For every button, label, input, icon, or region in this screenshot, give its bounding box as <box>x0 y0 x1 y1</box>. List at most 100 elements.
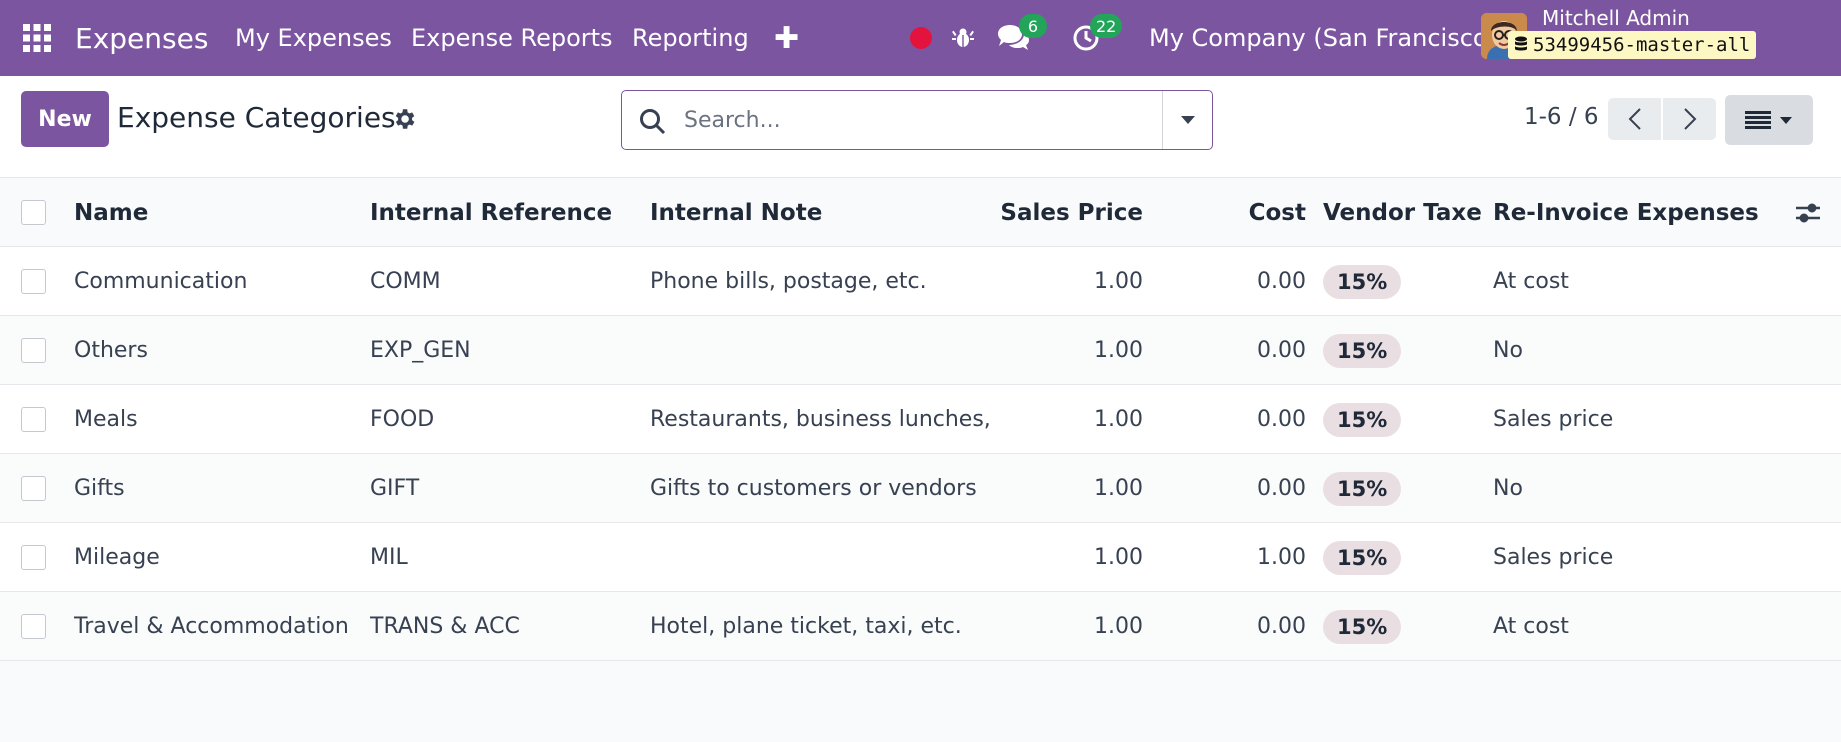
cell-sales-price: 1.00 <box>1094 545 1143 570</box>
page-title: Expense Categories <box>117 101 396 134</box>
table-row[interactable]: Travel & Accommodation TRANS & ACC Hotel… <box>0 592 1841 661</box>
cell-internal-note <box>650 316 990 385</box>
cell-sales-price: 1.00 <box>1094 407 1143 432</box>
cell-name: Meals <box>74 407 138 432</box>
database-icon <box>1515 36 1527 51</box>
cell-re-invoice-expenses: Sales price <box>1493 407 1614 432</box>
row-checkbox[interactable] <box>21 545 46 570</box>
cell-sales-price: 1.00 <box>1094 476 1143 501</box>
caret-down-icon <box>1180 116 1195 124</box>
vendor-tax-tag: 15% <box>1323 333 1402 368</box>
company-switcher[interactable]: My Company (San Francisco) <box>1149 0 1497 76</box>
row-checkbox[interactable] <box>21 338 46 363</box>
caret-down-icon <box>1780 116 1792 124</box>
search-icon <box>640 109 666 135</box>
cell-sales-price: 1.00 <box>1094 269 1143 294</box>
table-row[interactable]: Mileage MIL 1.00 1.00 15% Sales price <box>0 523 1841 592</box>
cell-cost: 0.00 <box>1257 338 1306 363</box>
user-name[interactable]: Mitchell Admin <box>1542 6 1690 30</box>
cell-sales-price: 1.00 <box>1094 614 1143 639</box>
cell-name: Communication <box>74 269 248 294</box>
vendor-tax-tag: 15% <box>1323 402 1402 437</box>
search-box <box>621 90 1213 150</box>
search-options-toggle[interactable] <box>1162 91 1212 149</box>
database-badge: 53499456-master-all <box>1508 31 1757 59</box>
vendor-tax-tag: 15% <box>1323 471 1402 506</box>
cell-internal-note: Phone bills, postage, etc. <box>650 269 927 294</box>
cell-sales-price: 1.00 <box>1094 338 1143 363</box>
row-checkbox[interactable] <box>21 476 46 501</box>
pager-next-button[interactable] <box>1663 98 1716 140</box>
chat-icon[interactable] <box>996 0 1030 76</box>
column-header-name[interactable]: Name <box>74 178 354 247</box>
row-checkbox[interactable] <box>21 269 46 294</box>
chevron-right-icon <box>1683 108 1696 130</box>
cell-internal-note: Restaurants, business lunches, <box>650 407 990 432</box>
column-header-vendor-taxes[interactable]: Vendor Taxes <box>1323 178 1483 247</box>
pager-value[interactable]: 1-6 / 6 <box>1524 104 1599 130</box>
cell-cost: 0.00 <box>1257 476 1306 501</box>
cell-internal-note <box>650 523 990 592</box>
chat-count-badge: 6 <box>1019 14 1047 38</box>
cell-re-invoice-expenses: No <box>1493 338 1523 363</box>
cell-re-invoice-expenses: Sales price <box>1493 545 1614 570</box>
cell-name: Gifts <box>74 476 125 501</box>
new-button[interactable]: New <box>21 91 109 147</box>
pager-previous-button[interactable] <box>1608 98 1661 140</box>
cell-name: Travel & Accommodation <box>74 614 349 639</box>
plus-icon[interactable]: ✚ <box>774 0 799 76</box>
cell-internal-reference: EXP_GEN <box>370 338 471 363</box>
cell-internal-reference: FOOD <box>370 407 435 432</box>
menu-expense-reports[interactable]: Expense Reports <box>411 0 613 76</box>
column-header-internal-note[interactable]: Internal Note <box>650 178 990 247</box>
cell-cost: 0.00 <box>1257 614 1306 639</box>
menu-reporting[interactable]: Reporting <box>632 0 749 76</box>
menu-my-expenses[interactable]: My Expenses <box>235 0 392 76</box>
database-name: 53499456-master-all <box>1533 34 1751 56</box>
table-row[interactable]: Others EXP_GEN 1.00 0.00 15% No <box>0 316 1841 385</box>
optional-columns-toggle[interactable] <box>1795 178 1825 247</box>
record-icon[interactable] <box>910 0 932 76</box>
vendor-tax-tag: 15% <box>1323 264 1402 299</box>
cell-re-invoice-expenses: At cost <box>1493 269 1569 294</box>
cell-cost: 0.00 <box>1257 407 1306 432</box>
row-checkbox[interactable] <box>21 614 46 639</box>
cell-re-invoice-expenses: No <box>1493 476 1523 501</box>
select-all-checkbox[interactable] <box>21 200 46 225</box>
cell-name: Others <box>74 338 148 363</box>
vendor-tax-tag: 15% <box>1323 540 1402 575</box>
vendor-tax-tag: 15% <box>1323 609 1402 644</box>
table-header: Name Internal Reference Internal Note Sa… <box>0 178 1841 247</box>
cell-internal-reference: MIL <box>370 545 408 570</box>
column-header-sales-price[interactable]: Sales Price <box>1000 178 1143 247</box>
cell-internal-note: Hotel, plane ticket, taxi, etc. <box>650 614 962 639</box>
expense-categories-list: Name Internal Reference Internal Note Sa… <box>0 178 1841 661</box>
column-header-internal-reference[interactable]: Internal Reference <box>370 178 640 247</box>
column-header-re-invoice-expenses[interactable]: Re-Invoice Expenses <box>1493 178 1793 247</box>
cell-cost: 0.00 <box>1257 269 1306 294</box>
cell-cost: 1.00 <box>1257 545 1306 570</box>
top-navbar: Expenses My Expenses Expense Reports Rep… <box>0 0 1841 76</box>
list-view-button[interactable] <box>1725 95 1813 145</box>
cell-internal-reference: TRANS & ACC <box>370 614 520 639</box>
app-name[interactable]: Expenses <box>75 0 208 76</box>
table-row[interactable]: Meals FOOD Restaurants, business lunches… <box>0 385 1841 454</box>
gear-icon[interactable] <box>391 106 417 132</box>
control-panel: New Expense Categories 1-6 / 6 <box>0 76 1841 178</box>
table-row[interactable]: Gifts GIFT Gifts to customers or vendors… <box>0 454 1841 523</box>
row-checkbox[interactable] <box>21 407 46 432</box>
activity-count-badge: 22 <box>1090 14 1123 38</box>
chevron-left-icon <box>1628 108 1641 130</box>
sliders-icon <box>1796 203 1820 222</box>
activity-clock-icon[interactable] <box>1072 0 1100 76</box>
cell-re-invoice-expenses: At cost <box>1493 614 1569 639</box>
cell-internal-note: Gifts to customers or vendors <box>650 476 977 501</box>
apps-grid-icon[interactable] <box>22 0 54 76</box>
list-icon <box>1745 111 1771 129</box>
table-row[interactable]: Communication COMM Phone bills, postage,… <box>0 247 1841 316</box>
cell-name: Mileage <box>74 545 160 570</box>
column-header-cost[interactable]: Cost <box>1160 178 1306 247</box>
search-input[interactable] <box>684 101 1174 139</box>
bug-icon[interactable] <box>951 0 975 76</box>
cell-internal-reference: GIFT <box>370 476 420 501</box>
